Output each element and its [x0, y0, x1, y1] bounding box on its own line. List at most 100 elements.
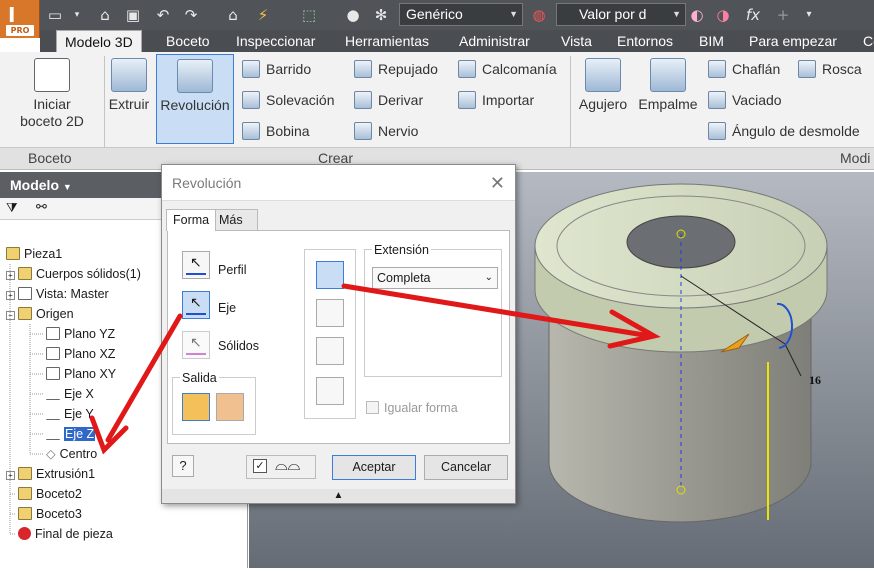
dialog-body: ↖ Perfil ↖ Eje ↖ Sólidos Salida Extensió…	[167, 230, 510, 444]
thread-icon	[798, 60, 816, 78]
customize-dropdown-icon[interactable]: ▾	[798, 4, 820, 26]
chamfer-button[interactable]: Chaflán	[708, 58, 780, 80]
loft-icon	[242, 91, 260, 109]
emboss-label: Repujado	[378, 61, 438, 77]
chevron-down-icon: ▼	[509, 9, 518, 19]
chamfer-label: Chaflán	[732, 61, 781, 77]
direction-default-button[interactable]	[316, 261, 344, 289]
axis-label: Eje	[218, 301, 237, 315]
color-wheel-icon[interactable]: ◍	[528, 4, 550, 26]
tab-more[interactable]: Co	[855, 30, 874, 52]
group-modificar: Modi	[840, 150, 871, 166]
tab-bim[interactable]: BIM	[691, 30, 732, 52]
close-icon[interactable]: ✕	[490, 173, 505, 194]
profile-label: Perfil	[218, 263, 247, 277]
tab-herramientas[interactable]: Herramientas	[337, 30, 437, 52]
update-icon[interactable]: ⚡	[252, 4, 274, 26]
output-solid-button[interactable]	[182, 393, 210, 421]
cancel-button[interactable]: Cancelar	[424, 455, 508, 480]
coil-label: Bobina	[266, 123, 310, 139]
sweep-button[interactable]: Barrido	[242, 58, 311, 80]
match-shape-checkbox[interactable]	[366, 401, 379, 414]
undo-icon[interactable]: ↶	[152, 4, 174, 26]
tab-inspeccionar[interactable]: Inspeccionar	[228, 30, 323, 52]
tab-vista[interactable]: Vista	[553, 30, 600, 52]
dimension-value[interactable]: 16	[809, 373, 821, 387]
select-icon[interactable]: ⬚	[298, 4, 320, 26]
coil-button[interactable]: Bobina	[242, 120, 310, 142]
material-select[interactable]: Genérico ▼	[399, 3, 523, 26]
adjust-appearance-icon[interactable]: ◐	[686, 4, 708, 26]
cancel-label: Cancelar	[440, 460, 492, 474]
cursor-arrow-icon: ↖	[190, 294, 202, 310]
import-label: Importar	[482, 92, 535, 108]
hole-button[interactable]: Agujero	[574, 58, 632, 113]
save-icon[interactable]: ▣	[122, 4, 144, 26]
underline-mark	[186, 313, 206, 315]
decal-button[interactable]: Calcomanía	[458, 58, 557, 80]
profile-selector[interactable]: ↖	[182, 251, 210, 279]
rib-label: Nervio	[378, 123, 419, 139]
extent-label: Extensión	[372, 243, 431, 257]
start-sketch-button[interactable]: Iniciar boceto 2D	[10, 58, 94, 130]
preview-checkbox[interactable]: ✓	[253, 459, 267, 473]
tab-entornos[interactable]: Entornos	[609, 30, 681, 52]
color-override-icon[interactable]: ●	[342, 4, 364, 26]
tab-boceto[interactable]: Boceto	[158, 30, 218, 52]
solids-selector[interactable]: ↖	[182, 331, 210, 359]
new-dropdown-icon[interactable]: ▾	[66, 4, 88, 26]
cursor-arrow-icon: ↖	[190, 254, 202, 270]
extrude-button[interactable]: Extruir	[106, 58, 152, 113]
redo-icon[interactable]: ↷	[180, 4, 202, 26]
tab-modelo-3d[interactable]: Modelo 3D	[56, 30, 142, 52]
ok-button[interactable]: Aceptar	[332, 455, 416, 480]
appearance-select[interactable]: Valor por d ▼	[556, 3, 686, 26]
parameters-icon[interactable]: fx	[742, 4, 764, 26]
rib-button[interactable]: Nervio	[354, 120, 418, 142]
help-button[interactable]: ?	[172, 455, 194, 477]
thread-label: Rosca	[822, 61, 862, 77]
dialog-title-text: Revolución	[172, 175, 242, 191]
material-value: Genérico	[406, 6, 463, 22]
new-file-icon[interactable]: ▭	[44, 4, 66, 26]
settings-icon[interactable]: ✻	[370, 4, 392, 26]
app-logo[interactable]: I PRO	[0, 0, 40, 38]
loft-button[interactable]: Solevación	[242, 89, 335, 111]
thread-button[interactable]: Rosca	[798, 58, 862, 80]
help-icon: ?	[179, 458, 187, 473]
open-folder-icon[interactable]: ⌂	[94, 4, 116, 26]
add-icon[interactable]: +	[772, 4, 794, 26]
clear-appearance-icon[interactable]: ◑	[712, 4, 734, 26]
glasses-icon[interactable]: ⌓⌓	[275, 457, 300, 475]
sketch-icon	[34, 58, 70, 92]
axis-selector[interactable]: ↖	[182, 291, 210, 319]
expand-dialog-toggle[interactable]: ▲	[162, 489, 515, 503]
output-surface-button[interactable]	[216, 393, 244, 421]
tab-mas[interactable]: Más	[212, 209, 258, 231]
revolve-icon	[177, 59, 213, 93]
direction-flip-button[interactable]	[316, 299, 344, 327]
direction-asymmetric-button[interactable]	[316, 377, 344, 405]
ribbon-tabs: Modelo 3D Boceto Inspeccionar Herramient…	[40, 30, 874, 52]
shell-button[interactable]: Vaciado	[708, 89, 782, 111]
direction-symmetric-button[interactable]	[316, 337, 344, 365]
revolve-label: Revolución	[160, 97, 230, 113]
chevron-down-icon: ▼	[672, 9, 681, 19]
hole-label: Agujero	[578, 96, 628, 112]
fillet-icon	[650, 58, 686, 92]
cursor-arrow-icon: ↖	[190, 334, 202, 350]
fillet-button[interactable]: Empalme	[636, 58, 700, 113]
draft-icon	[708, 122, 726, 140]
home-icon[interactable]: ⌂	[222, 4, 244, 26]
extrude-icon	[111, 58, 147, 92]
derive-button[interactable]: Derivar	[354, 89, 423, 111]
import-button[interactable]: Importar	[458, 89, 534, 111]
extent-select[interactable]: Completa ⌄	[372, 267, 498, 289]
tab-forma[interactable]: Forma	[166, 209, 217, 231]
tab-para-empezar[interactable]: Para empezar	[741, 30, 845, 52]
emboss-button[interactable]: Repujado	[354, 58, 438, 80]
tab-administrar[interactable]: Administrar	[451, 30, 538, 52]
solids-label: Sólidos	[218, 339, 259, 353]
revolve-button[interactable]: Revolución	[156, 54, 234, 144]
draft-button[interactable]: Ángulo de desmolde	[708, 120, 860, 142]
